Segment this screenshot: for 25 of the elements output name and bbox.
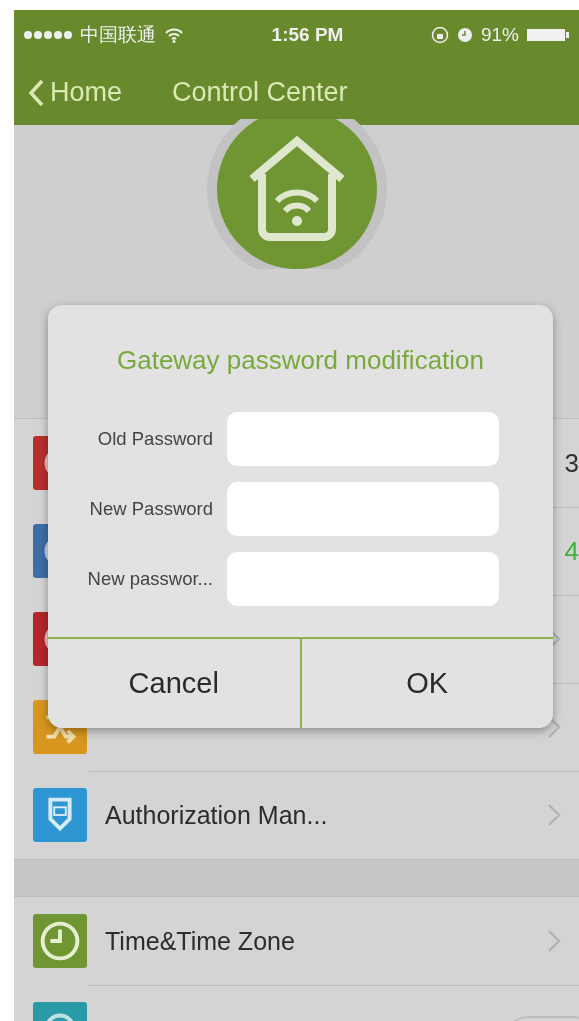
field-label: New passwor... bbox=[86, 568, 213, 590]
row-value: 3 bbox=[564, 447, 579, 479]
battery-percent: 91% bbox=[480, 24, 519, 46]
dialog-button[interactable]: OK bbox=[299, 639, 553, 728]
status-time: 1:56 PM bbox=[271, 24, 344, 46]
alarm-icon bbox=[456, 27, 473, 43]
dialog-title: Gateway password modification bbox=[115, 345, 486, 376]
chevron-icon bbox=[547, 929, 561, 953]
nav-title: Control Center bbox=[172, 77, 348, 108]
dialog-button[interactable]: Cancel bbox=[48, 639, 300, 728]
signal-icon bbox=[24, 31, 72, 39]
field-label: Old Password bbox=[96, 428, 213, 450]
chevron-icon bbox=[547, 803, 561, 827]
menu-item[interactable]: Authorization Man... bbox=[105, 800, 328, 830]
password-field[interactable] bbox=[227, 412, 499, 466]
field-label: New Password bbox=[88, 498, 213, 520]
carrier-name: 中国联通 bbox=[80, 23, 156, 47]
row-value: 4 bbox=[564, 535, 579, 567]
back-chevron-icon bbox=[28, 78, 44, 107]
password-field[interactable] bbox=[227, 482, 499, 536]
rotation-lock-icon bbox=[430, 26, 449, 44]
wifi-icon bbox=[164, 27, 184, 43]
battery-icon bbox=[527, 27, 569, 43]
password-field[interactable] bbox=[227, 552, 499, 606]
menu-item[interactable]: Time&Time Zone bbox=[105, 926, 295, 956]
